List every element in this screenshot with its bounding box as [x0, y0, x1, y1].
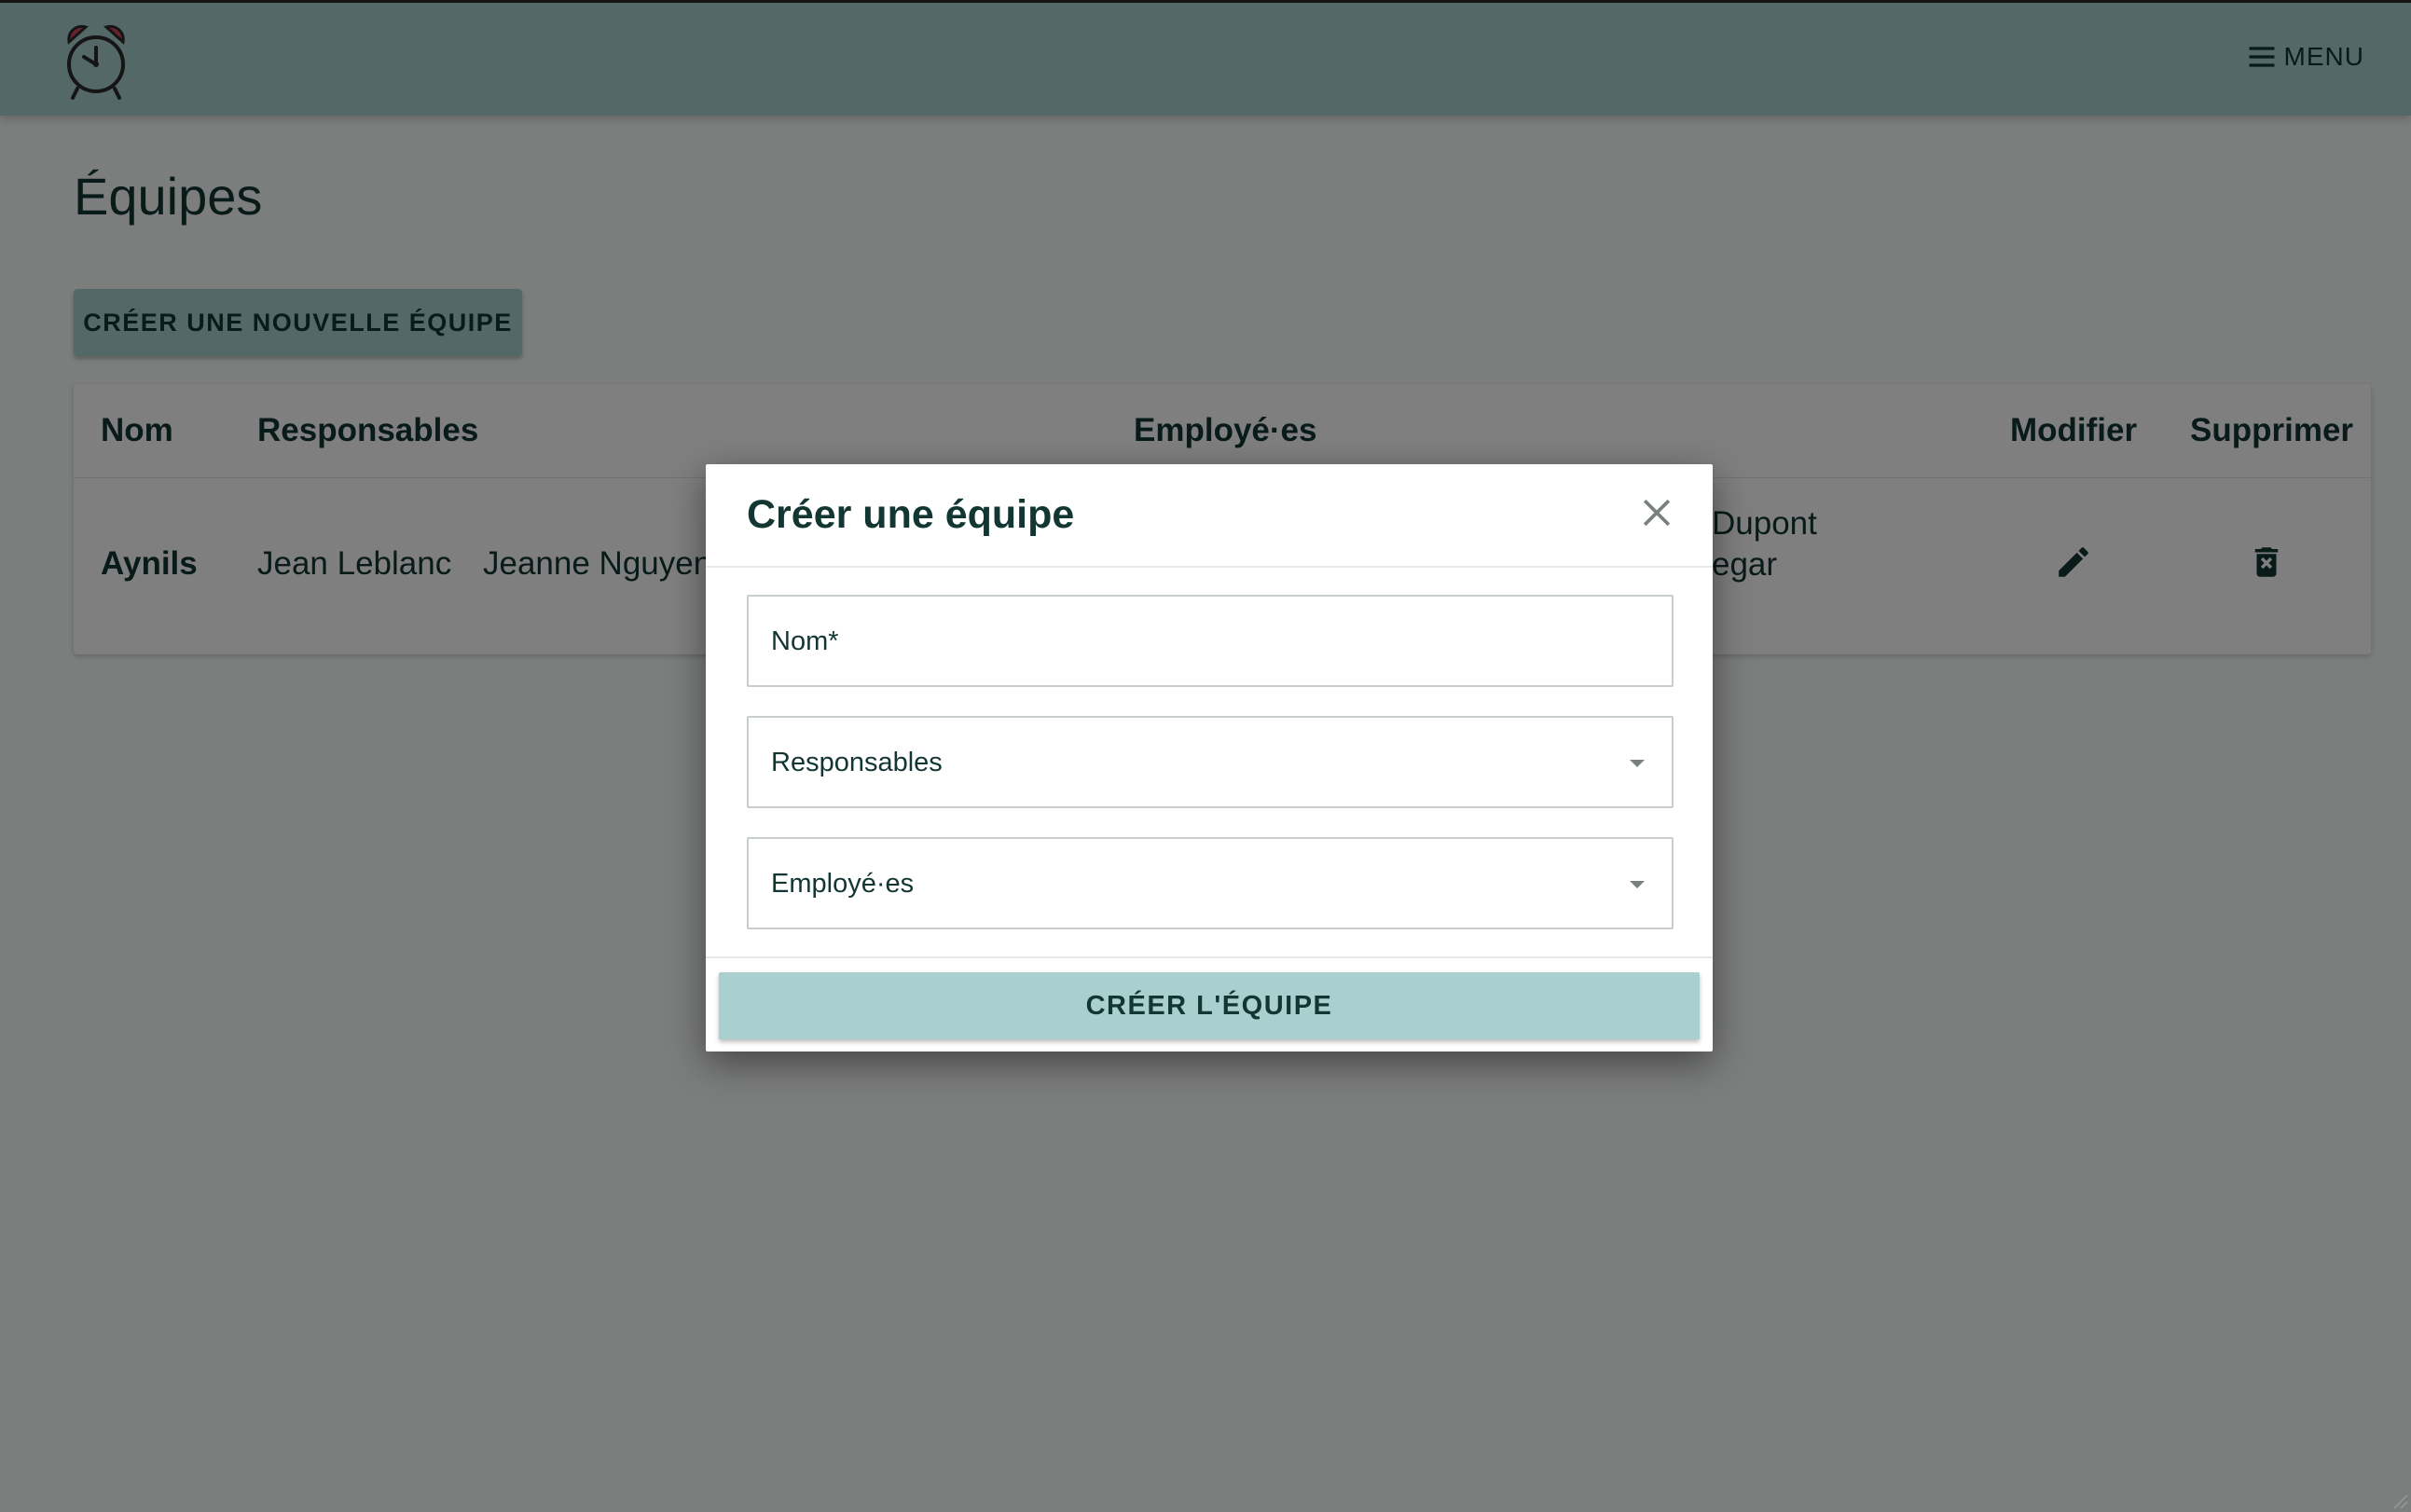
caret-down-icon — [1630, 881, 1645, 888]
resize-grip-icon[interactable] — [2387, 1488, 2409, 1510]
name-field[interactable]: Nom* — [747, 595, 1674, 687]
name-input[interactable] — [749, 597, 1672, 685]
managers-select[interactable]: Responsables — [747, 716, 1674, 808]
employees-select[interactable]: Employé·es — [747, 837, 1674, 929]
dialog-header-divider — [706, 566, 1713, 568]
submit-create-team-button[interactable]: CRÉER L'ÉQUIPE — [719, 972, 1700, 1039]
close-icon[interactable] — [1636, 492, 1677, 533]
dialog-footer-divider — [706, 956, 1713, 958]
managers-select-label: Responsables — [771, 748, 943, 777]
employees-select-label: Employé·es — [771, 869, 915, 899]
dialog-title: Créer une équipe — [747, 492, 1075, 537]
caret-down-icon — [1630, 760, 1645, 767]
create-team-dialog: Créer une équipe Nom* Responsables Emplo… — [706, 464, 1713, 1052]
